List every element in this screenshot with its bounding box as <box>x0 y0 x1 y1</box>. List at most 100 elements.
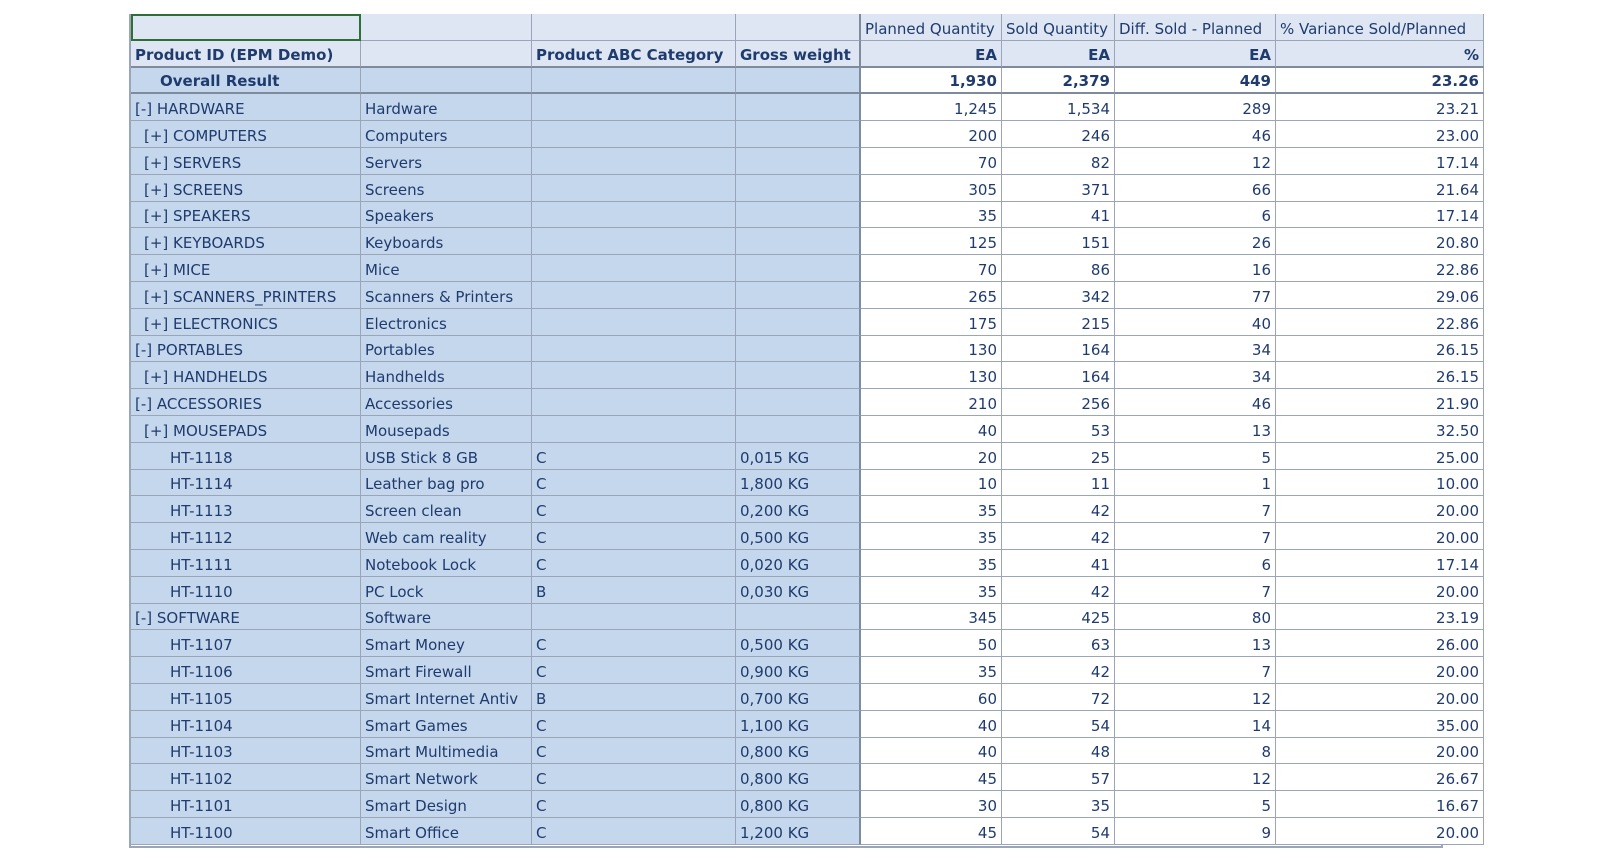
product-name-cell: Leather bag pro <box>361 469 532 497</box>
gross-weight-cell <box>736 228 861 256</box>
diff-cell: 40 <box>1115 308 1276 336</box>
sold-qty-cell: 54 <box>1002 817 1115 845</box>
gross-weight-cell: 1,100 KG <box>736 710 861 738</box>
product-name-cell: Portables <box>361 335 532 363</box>
header-col-sold-qty: Sold Quantity <box>1002 14 1115 41</box>
planned-qty-cell: 35 <box>861 549 1002 577</box>
diff-cell: 6 <box>1115 549 1276 577</box>
hierarchy-node-toggle[interactable]: [-] HARDWARE <box>131 94 361 122</box>
variance-cell: 20.00 <box>1276 657 1484 684</box>
product-id-cell: HT-1100 <box>131 817 361 845</box>
product-name-cell: USB Stick 8 GB <box>361 442 532 470</box>
product-name-cell: Software <box>361 603 532 631</box>
product-name-cell: Notebook Lock <box>361 549 532 577</box>
variance-cell: 22.86 <box>1276 308 1484 336</box>
hierarchy-node-toggle[interactable]: [+] SPEAKERS <box>131 201 361 229</box>
planned-qty-cell: 40 <box>861 737 1002 765</box>
product-id-cell: HT-1113 <box>131 496 361 524</box>
diff-cell: 289 <box>1115 94 1276 122</box>
product-id-cell: HT-1105 <box>131 683 361 711</box>
variance-cell: 23.19 <box>1276 603 1484 631</box>
gross-weight-cell <box>736 281 861 309</box>
abc-category-cell: C <box>532 791 736 818</box>
diff-cell: 16 <box>1115 255 1276 282</box>
variance-cell: 20.00 <box>1276 683 1484 711</box>
sold-qty-cell: 164 <box>1002 362 1115 390</box>
hierarchy-node-toggle[interactable]: [-] PORTABLES <box>131 335 361 363</box>
sold-qty-cell: 164 <box>1002 335 1115 363</box>
product-name-cell: Smart Games <box>361 710 532 738</box>
abc-category-cell <box>532 603 736 631</box>
variance-cell: 35.00 <box>1276 710 1484 738</box>
diff-cell: 66 <box>1115 174 1276 202</box>
diff-cell: 12 <box>1115 764 1276 792</box>
variance-cell: 17.14 <box>1276 549 1484 577</box>
abc-category-cell: C <box>532 469 736 497</box>
sold-qty-cell: 53 <box>1002 415 1115 443</box>
unit-header-col-variance: % <box>1276 40 1484 68</box>
product-id-cell: HT-1110 <box>131 576 361 604</box>
abc-category-cell <box>532 121 736 148</box>
gross-weight-cell <box>736 121 861 148</box>
overall-result-name <box>361 67 532 95</box>
sold-qty-cell: 246 <box>1002 121 1115 148</box>
hierarchy-node-toggle[interactable]: [+] SERVERS <box>131 147 361 175</box>
gross-weight-cell <box>736 335 861 363</box>
sold-qty-cell: 63 <box>1002 630 1115 658</box>
gross-weight-cell: 1,800 KG <box>736 469 861 497</box>
planned-qty-cell: 30 <box>861 791 1002 818</box>
hierarchy-node-toggle[interactable]: [+] COMPUTERS <box>131 121 361 148</box>
planned-qty-cell: 45 <box>861 764 1002 792</box>
product-id-cell: HT-1107 <box>131 630 361 658</box>
planned-qty-cell: 35 <box>861 657 1002 684</box>
gross-weight-cell: 0,500 KG <box>736 630 861 658</box>
planned-qty-cell: 70 <box>861 147 1002 175</box>
hierarchy-node-toggle[interactable]: [+] HANDHELDS <box>131 362 361 390</box>
sold-qty-cell: 11 <box>1002 469 1115 497</box>
gross-weight-cell <box>736 308 861 336</box>
sold-qty-cell: 42 <box>1002 523 1115 550</box>
hierarchy-node-toggle[interactable]: [+] MICE <box>131 255 361 282</box>
diff-cell: 5 <box>1115 442 1276 470</box>
header-col-gross-weight <box>736 14 861 41</box>
product-name-cell: Speakers <box>361 201 532 229</box>
sold-qty-cell: 342 <box>1002 281 1115 309</box>
gross-weight-cell: 0,500 KG <box>736 523 861 550</box>
hierarchy-node-toggle[interactable]: [+] SCREENS <box>131 174 361 202</box>
variance-cell: 26.00 <box>1276 630 1484 658</box>
product-name-cell: Smart Design <box>361 791 532 818</box>
gross-weight-cell <box>736 603 861 631</box>
planned-qty-cell: 125 <box>861 228 1002 256</box>
header-col-product-id[interactable] <box>131 14 361 41</box>
hierarchy-node-toggle[interactable]: [+] KEYBOARDS <box>131 228 361 256</box>
gross-weight-cell <box>736 94 861 122</box>
overall-result-sold: 2,379 <box>1002 67 1115 95</box>
product-id-cell: HT-1103 <box>131 737 361 765</box>
variance-cell: 21.90 <box>1276 389 1484 416</box>
diff-cell: 6 <box>1115 201 1276 229</box>
product-name-cell: Smart Office <box>361 817 532 845</box>
product-name-cell: Computers <box>361 121 532 148</box>
diff-cell: 1 <box>1115 469 1276 497</box>
abc-category-cell <box>532 201 736 229</box>
product-id-cell: HT-1114 <box>131 469 361 497</box>
hierarchy-node-toggle[interactable]: [+] MOUSEPADS <box>131 415 361 443</box>
diff-cell: 9 <box>1115 817 1276 845</box>
hierarchy-node-toggle[interactable]: [+] ELECTRONICS <box>131 308 361 336</box>
diff-cell: 13 <box>1115 415 1276 443</box>
product-id-cell: HT-1104 <box>131 710 361 738</box>
diff-cell: 14 <box>1115 710 1276 738</box>
variance-cell: 32.50 <box>1276 415 1484 443</box>
hierarchy-node-toggle[interactable]: [-] ACCESSORIES <box>131 389 361 416</box>
hierarchy-node-toggle[interactable]: [-] SOFTWARE <box>131 603 361 631</box>
gross-weight-cell <box>736 201 861 229</box>
sold-qty-cell: 72 <box>1002 683 1115 711</box>
sold-qty-cell: 371 <box>1002 174 1115 202</box>
planned-qty-cell: 130 <box>861 362 1002 390</box>
header-col-diff: Diff. Sold - Planned <box>1115 14 1276 41</box>
product-name-cell: Electronics <box>361 308 532 336</box>
hierarchy-node-toggle[interactable]: [+] SCANNERS_PRINTERS <box>131 281 361 309</box>
variance-cell: 20.00 <box>1276 817 1484 845</box>
abc-category-cell: C <box>532 442 736 470</box>
abc-category-cell: C <box>532 657 736 684</box>
